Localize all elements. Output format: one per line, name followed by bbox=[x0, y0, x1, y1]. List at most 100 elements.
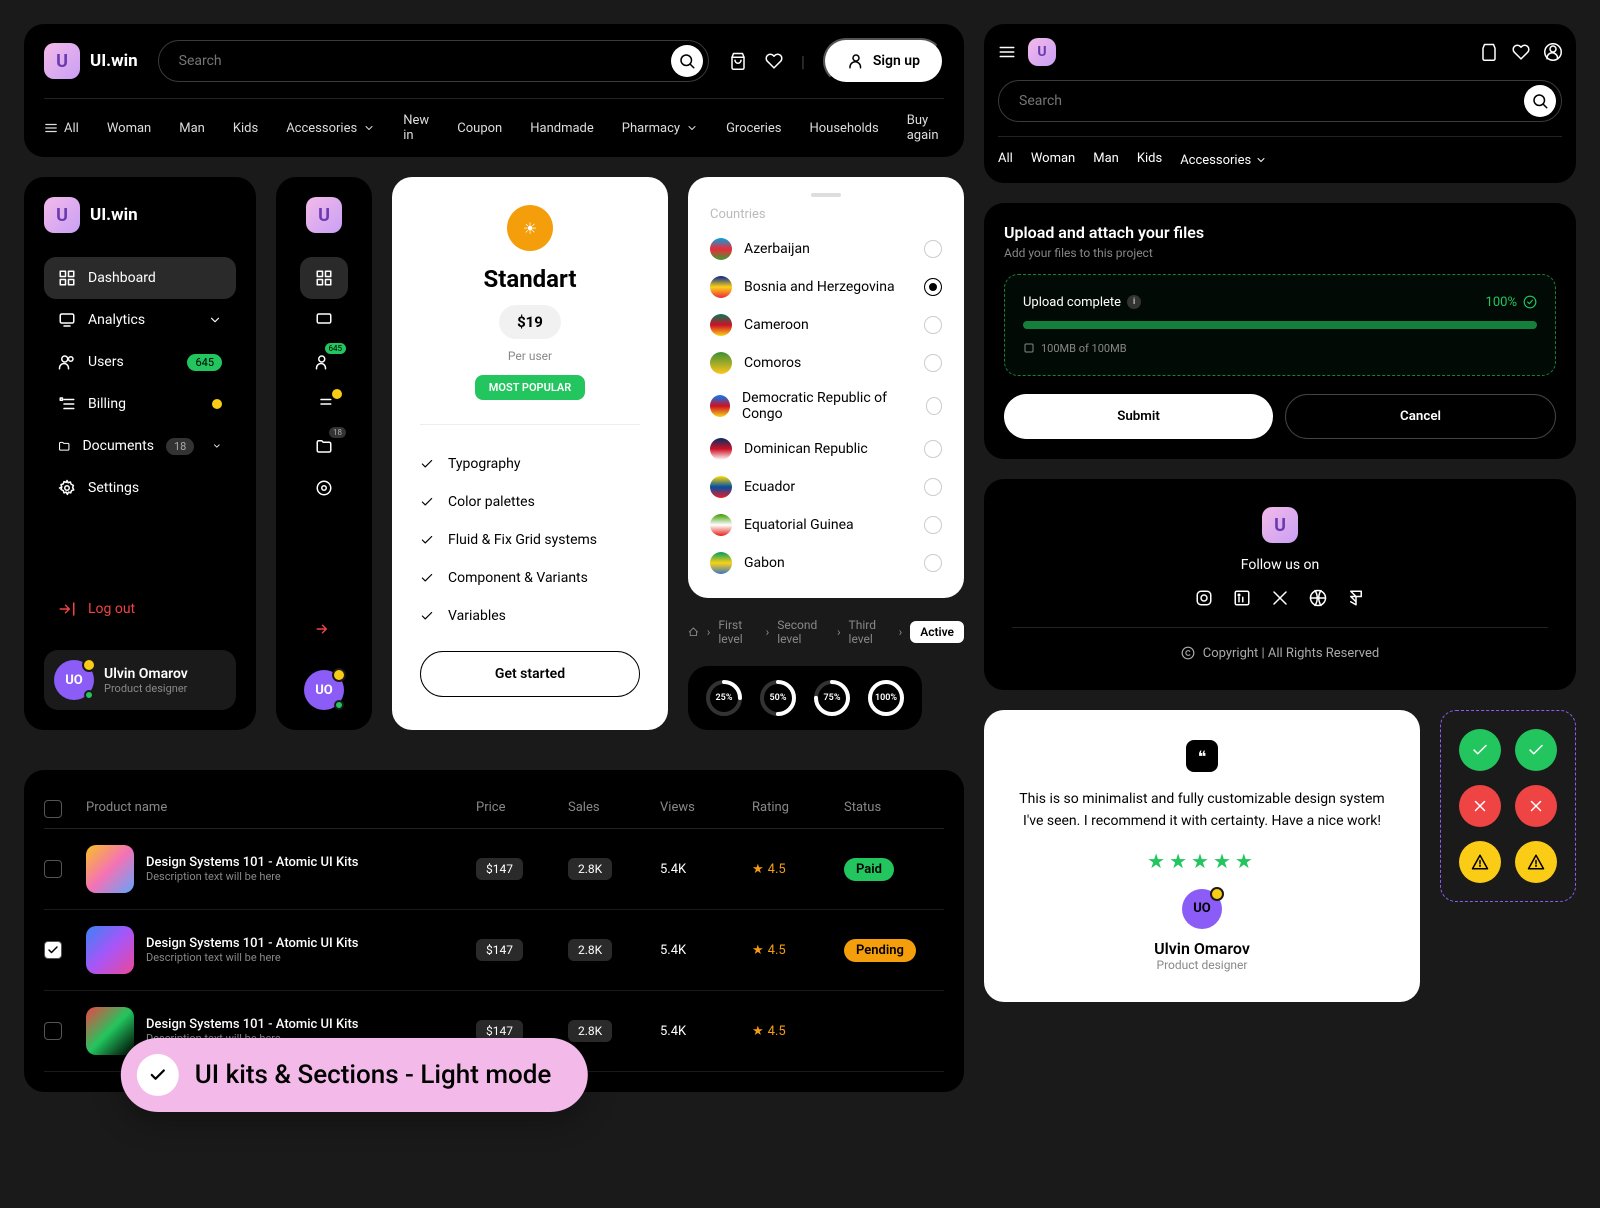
testimonial-name: Ulvin Omarov bbox=[1014, 939, 1390, 958]
country-radio[interactable] bbox=[924, 554, 942, 572]
row-checkbox[interactable] bbox=[44, 1022, 62, 1040]
nav-woman[interactable]: Woman bbox=[107, 113, 151, 143]
country-row[interactable]: Equatorial Guinea bbox=[704, 506, 948, 544]
nav-handmade[interactable]: Handmade bbox=[530, 113, 594, 143]
rating-cell: ★ 4.5 bbox=[752, 862, 832, 877]
user-card[interactable]: UO Ulvin Omarov Product designer bbox=[44, 650, 236, 710]
sidebar-analytics[interactable]: Analytics bbox=[44, 299, 236, 341]
brand-logo[interactable]: U UI.win bbox=[44, 43, 138, 79]
cancel-button[interactable]: Cancel bbox=[1285, 394, 1556, 439]
footer-card: U Follow us on Copyright | All Rights Re… bbox=[984, 479, 1576, 690]
instagram-icon[interactable] bbox=[1195, 589, 1213, 607]
country-radio[interactable] bbox=[924, 316, 942, 334]
nav-kids[interactable]: Kids bbox=[233, 113, 258, 143]
sidebar-users[interactable]: Users645 bbox=[44, 341, 236, 383]
country-row[interactable]: Bosnia and Herzegovina bbox=[704, 268, 948, 306]
mini-dashboard[interactable] bbox=[300, 257, 348, 299]
country-row[interactable]: Democratic Republic of Congo bbox=[704, 382, 948, 430]
nav-all[interactable]: All bbox=[44, 113, 79, 143]
crumb-level[interactable]: First level bbox=[718, 618, 757, 646]
mini-users[interactable]: 645 bbox=[300, 341, 348, 383]
mini-nav-accessories[interactable]: Accessories bbox=[1180, 151, 1267, 169]
compact-search-input[interactable] bbox=[998, 80, 1562, 122]
sidebar-documents[interactable]: Documents18 bbox=[44, 425, 236, 467]
user-icon[interactable] bbox=[1544, 43, 1562, 61]
rating-cell: ★ 4.5 bbox=[752, 1024, 832, 1039]
get-started-button[interactable]: Get started bbox=[420, 651, 640, 697]
heart-icon[interactable] bbox=[765, 52, 783, 70]
sidebar-dashboard[interactable]: Dashboard bbox=[44, 257, 236, 299]
row-checkbox[interactable] bbox=[44, 941, 62, 959]
sidebar-label: Documents bbox=[82, 438, 153, 454]
sidebar-billing[interactable]: Billing bbox=[44, 383, 236, 425]
select-all-checkbox[interactable] bbox=[44, 800, 62, 818]
sidebar-settings[interactable]: Settings bbox=[44, 467, 236, 509]
country-radio[interactable] bbox=[924, 278, 942, 296]
dribbble-icon[interactable] bbox=[1309, 589, 1327, 607]
country-row[interactable]: Comoros bbox=[704, 344, 948, 382]
search-button[interactable] bbox=[671, 45, 703, 77]
nav-buyagain[interactable]: Buy again bbox=[907, 113, 944, 143]
crumb-level[interactable]: Second level bbox=[777, 618, 829, 646]
search-input[interactable] bbox=[158, 40, 709, 82]
nav-accessories[interactable]: Accessories bbox=[286, 113, 375, 143]
bag-icon[interactable] bbox=[729, 52, 747, 70]
compact-search-button[interactable] bbox=[1524, 85, 1556, 117]
nav-households[interactable]: Households bbox=[809, 113, 878, 143]
sidebar-label: Dashboard bbox=[88, 270, 156, 286]
testimonial-role: Product designer bbox=[1014, 958, 1390, 972]
price-pill: $147 bbox=[476, 939, 523, 961]
country-row[interactable]: Azerbaijan bbox=[704, 230, 948, 268]
crumb-level[interactable]: Third level bbox=[849, 618, 891, 646]
logo-icon[interactable]: U bbox=[306, 197, 342, 233]
country-radio[interactable] bbox=[924, 478, 942, 496]
mini-analytics[interactable] bbox=[300, 299, 348, 341]
product-name: Design Systems 101 - Atomic UI Kits bbox=[146, 855, 359, 870]
mini-nav-all[interactable]: All bbox=[998, 151, 1013, 169]
mini-avatar[interactable]: UO bbox=[304, 670, 344, 710]
nav-pharmacy[interactable]: Pharmacy bbox=[622, 113, 698, 143]
signup-label: Sign up bbox=[873, 53, 920, 69]
flag-icon bbox=[710, 476, 732, 498]
country-radio[interactable] bbox=[924, 516, 942, 534]
mini-documents[interactable]: 18 bbox=[300, 425, 348, 467]
sidebar-logo[interactable]: U UI.win bbox=[44, 197, 236, 233]
nav-newin[interactable]: New in bbox=[403, 113, 429, 143]
mini-nav-woman[interactable]: Woman bbox=[1031, 151, 1075, 169]
x-icon[interactable] bbox=[1271, 589, 1289, 607]
bag-icon[interactable] bbox=[1480, 43, 1498, 61]
country-row[interactable]: Ecuador bbox=[704, 468, 948, 506]
flag-icon bbox=[710, 276, 732, 298]
mini-users-badge: 645 bbox=[325, 343, 347, 354]
country-radio[interactable] bbox=[924, 354, 942, 372]
submit-button[interactable]: Submit bbox=[1004, 394, 1273, 439]
country-row[interactable]: Cameroon bbox=[704, 306, 948, 344]
progress-rings: 25%50%75%100% bbox=[688, 666, 922, 730]
upload-dropzone[interactable]: Upload completei 100% 100MB of 100MB bbox=[1004, 274, 1556, 376]
linkedin-icon[interactable] bbox=[1233, 589, 1251, 607]
menu-icon[interactable] bbox=[998, 43, 1016, 61]
country-row[interactable]: Dominican Republic bbox=[704, 430, 948, 468]
th-rating: Rating bbox=[752, 800, 832, 818]
country-row[interactable]: Gabon bbox=[704, 544, 948, 582]
mini-nav-kids[interactable]: Kids bbox=[1137, 151, 1162, 169]
country-radio[interactable] bbox=[926, 397, 943, 415]
country-radio[interactable] bbox=[924, 240, 942, 258]
nav-groceries[interactable]: Groceries bbox=[726, 113, 781, 143]
signup-button[interactable]: Sign up bbox=[823, 38, 944, 84]
heart-icon[interactable] bbox=[1512, 43, 1530, 61]
mini-logout[interactable] bbox=[300, 608, 348, 650]
mini-billing[interactable] bbox=[300, 383, 348, 425]
framer-icon[interactable] bbox=[1347, 589, 1365, 607]
sales-pill: 2.8K bbox=[568, 858, 612, 880]
nav-coupon[interactable]: Coupon bbox=[457, 113, 502, 143]
logo-icon[interactable]: U bbox=[1028, 38, 1056, 66]
sidebar-logout[interactable]: Log out bbox=[44, 588, 236, 630]
row-checkbox[interactable] bbox=[44, 860, 62, 878]
home-icon[interactable] bbox=[688, 623, 699, 641]
country-radio[interactable] bbox=[924, 440, 942, 458]
plan-per: Per user bbox=[420, 349, 640, 363]
mini-settings[interactable] bbox=[300, 467, 348, 509]
mini-nav-man[interactable]: Man bbox=[1093, 151, 1119, 169]
nav-man[interactable]: Man bbox=[179, 113, 205, 143]
